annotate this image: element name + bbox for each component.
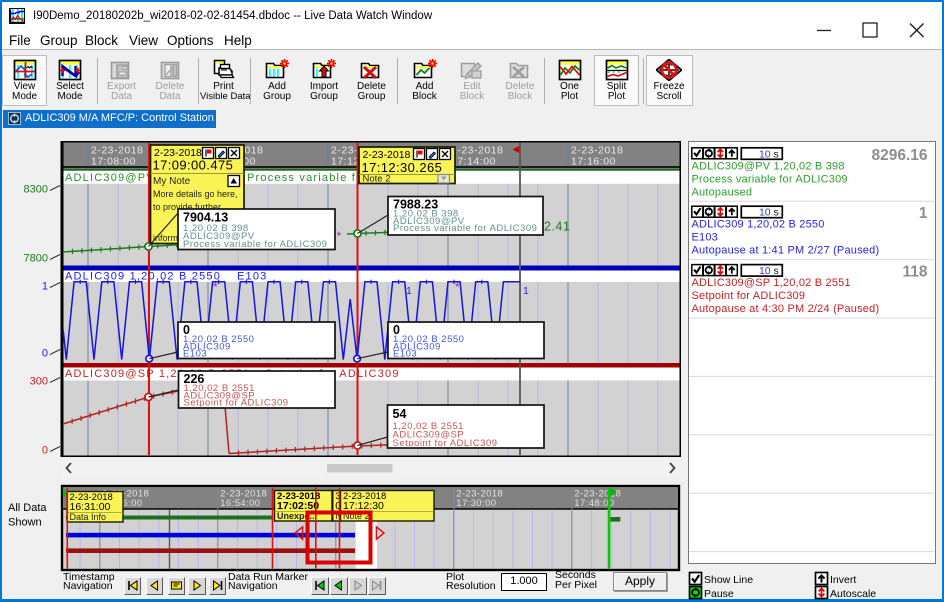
svg-text:118: 118: [902, 264, 927, 281]
svg-text:ADLIC309 1,20,02 B 2550: ADLIC309 1,20,02 B 2550: [65, 270, 221, 282]
svg-text:Invert: Invert: [830, 574, 856, 586]
svg-text:1: 1: [42, 281, 48, 293]
svg-text:Autopause at 4:30 PM 2/24 (Pau: Autopause at 4:30 PM 2/24 (Paused): [692, 303, 880, 315]
svg-text:ADLIC309 1,20,02 B 2550: ADLIC309 1,20,02 B 2550: [692, 219, 825, 231]
svg-text:Autopause at 1:41 PM 2/27 (Pau: Autopause at 1:41 PM 2/27 (Paused): [692, 245, 880, 257]
svg-text:*: *: [337, 229, 342, 243]
svg-text:ADLIC309@SP 1,20,02 B 2551: ADLIC309@SP 1,20,02 B 2551: [692, 277, 851, 289]
svg-text:E103: E103: [393, 349, 417, 360]
svg-text:All Data: All Data: [8, 502, 47, 514]
svg-text:Autoscale: Autoscale: [830, 588, 876, 600]
svg-text:2.41: 2.41: [544, 220, 570, 234]
svg-text:0: 0: [42, 445, 48, 457]
svg-text:More details go here,: More details go here,: [153, 189, 238, 199]
svg-text:54: 54: [393, 407, 407, 421]
svg-text:E103: E103: [183, 349, 207, 360]
svg-text:Data Info: Data Info: [70, 512, 107, 522]
svg-text:1: 1: [523, 285, 529, 297]
svg-text:17:14:00: 17:14:00: [451, 156, 496, 168]
svg-text:17:09:00.475: 17:09:00.475: [153, 158, 234, 173]
svg-text:Shown: Shown: [8, 517, 42, 529]
svg-text:10 s: 10 s: [759, 148, 779, 160]
svg-text:10 s: 10 s: [759, 265, 779, 277]
svg-text:E103: E103: [237, 270, 268, 282]
svg-text:8296.16: 8296.16: [871, 147, 927, 164]
svg-text:0: 0: [42, 348, 48, 360]
svg-text:My Note: My Note: [153, 176, 191, 187]
svg-text:Setpoint for ADLIC309: Setpoint for ADLIC309: [692, 290, 806, 302]
svg-text:Process variable for ADLIC309: Process variable for ADLIC309: [183, 239, 327, 250]
svg-text:Process variable for ADLIC309: Process variable for ADLIC309: [393, 223, 537, 234]
svg-text:17:08:00: 17:08:00: [91, 156, 136, 168]
svg-text:Setpoint for ADLIC309: Setpoint for ADLIC309: [393, 438, 498, 449]
svg-text:300: 300: [30, 376, 48, 388]
svg-text:Show Line: Show Line: [704, 574, 753, 586]
svg-text:8300: 8300: [24, 184, 48, 196]
svg-text:10 s: 10 s: [759, 207, 779, 219]
svg-text:7800: 7800: [24, 253, 48, 265]
svg-text:Autopaused: Autopaused: [692, 186, 753, 198]
svg-text:17:16:00: 17:16:00: [571, 156, 616, 168]
svg-text:17:30:00: 17:30:00: [456, 498, 496, 509]
svg-text:Pause: Pause: [704, 588, 734, 600]
svg-text:Setpoint for ADLIC309: Setpoint for ADLIC309: [184, 398, 289, 409]
svg-text:E103: E103: [692, 232, 719, 244]
svg-text:Note 2: Note 2: [363, 174, 391, 185]
svg-text:ADLIC309@PV 1,20,02 B 398: ADLIC309@PV 1,20,02 B 398: [692, 160, 845, 172]
svg-text:1: 1: [919, 205, 928, 222]
svg-text:16:54:00: 16:54:00: [220, 498, 260, 509]
svg-text:Process variable for ADLIC309: Process variable for ADLIC309: [692, 173, 848, 185]
svg-text:1: 1: [406, 285, 412, 297]
